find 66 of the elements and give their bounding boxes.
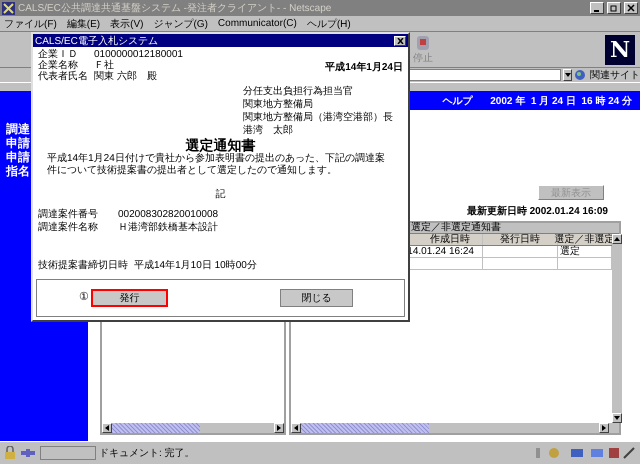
- sidebar-item[interactable]: 調達: [6, 122, 30, 136]
- menu-item[interactable]: 表示(V): [110, 16, 144, 30]
- progress-well: [40, 446, 96, 460]
- field-value: Ｈ港湾部鉄橋基本設計: [118, 222, 218, 233]
- restore-button[interactable]: [607, 2, 621, 14]
- plug-icon: [19, 448, 37, 458]
- menu-item[interactable]: ファイル(F): [4, 16, 57, 30]
- dialog-button[interactable]: 閉じる: [280, 289, 353, 307]
- right-arrow-icon: [602, 425, 606, 431]
- field-value: 関東 六郎 殿: [94, 71, 157, 82]
- field-label: 調達案件番号: [38, 209, 99, 220]
- horizontal-scrollbar[interactable]: [291, 423, 619, 433]
- component-bar-drawing[interactable]: [536, 446, 636, 460]
- field-label: 技術提案書締切日時: [38, 258, 129, 272]
- dialog-button[interactable]: 発行: [90, 289, 168, 307]
- addressee-line: 関東地方整備局: [243, 98, 313, 111]
- addressee-line: 分任支出負担行為担当官: [243, 85, 353, 98]
- date-time: 2002 年 1 月 24 日 16 時 24 分: [490, 94, 632, 108]
- last-updated: 最新更新日時 2002.01.24 16:09: [466, 204, 608, 218]
- field-label: 調達案件名称: [38, 222, 99, 233]
- globe-icon: [574, 69, 588, 81]
- status-text: ドキュメント: 完了。: [99, 446, 196, 460]
- field-value: 002008302820010008: [118, 209, 218, 220]
- close-button[interactable]: [394, 36, 406, 46]
- lock-icon: [4, 446, 16, 460]
- field-label: 代表者氏名: [38, 71, 89, 82]
- caret-icon: [564, 73, 570, 77]
- help-link[interactable]: ヘルプ: [442, 94, 472, 108]
- field-value: 平成14年1月10日 10時00分: [134, 258, 257, 272]
- notice-body: 平成14年1月24日付けで貴社から参加表明書の提出のあった、下記の調達案件について技術提案書の提出者として選定したので通知します。: [46, 153, 386, 177]
- notice-heading: 選定通知書: [184, 137, 256, 153]
- note-mark: 記: [214, 188, 226, 201]
- close-icon: [627, 4, 635, 12]
- dialog-title: CALS/EC電子入札システム: [35, 34, 158, 48]
- field-value: 0100000012180001: [94, 49, 183, 60]
- addressee-line: 港湾 太郎: [243, 124, 293, 137]
- field-label: 企業名称: [38, 60, 78, 71]
- dropdown-button[interactable]: [562, 69, 572, 81]
- addressee-line: 関東地方整備局（港湾空港部）長: [243, 111, 393, 124]
- close-icon: [396, 38, 404, 44]
- right-arrow-icon: [277, 425, 281, 431]
- menu-item[interactable]: 編集(E): [66, 16, 100, 30]
- sidebar-item[interactable]: 指名: [6, 164, 30, 178]
- left-arrow-icon: [105, 425, 109, 431]
- down-arrow-icon: [614, 416, 620, 420]
- window-title: CALS/EC公共調達共通基盤システム -発注者クライアント- - Netscape: [18, 2, 332, 15]
- sidebar-item[interactable]: 申請: [6, 150, 30, 164]
- horizontal-scrollbar[interactable]: [102, 423, 284, 433]
- sidebar-item[interactable]: 申請: [6, 136, 30, 150]
- app-icon: [2, 2, 15, 14]
- close-button[interactable]: [624, 2, 638, 14]
- stop-icon: [416, 34, 430, 50]
- menu-item[interactable]: ヘルプ(H): [306, 16, 351, 30]
- related-sites-button[interactable]: 関連サイト: [590, 68, 640, 82]
- notice-date: 平成14年1月24日: [325, 60, 403, 75]
- browser-logo: N: [605, 34, 635, 64]
- field-label: 企業ＩＤ: [38, 49, 79, 60]
- field-value: Ｆ社: [94, 60, 114, 71]
- step-marker: ①: [79, 290, 89, 302]
- minimize-button[interactable]: [590, 2, 604, 14]
- menu-item[interactable]: Communicator(C): [218, 18, 297, 29]
- restore-icon: [610, 4, 618, 12]
- vertical-scrollbar[interactable]: [612, 234, 622, 423]
- menu-item[interactable]: ジャンプ(G): [153, 16, 208, 30]
- left-arrow-icon: [294, 425, 298, 431]
- up-arrow-icon: [614, 237, 620, 241]
